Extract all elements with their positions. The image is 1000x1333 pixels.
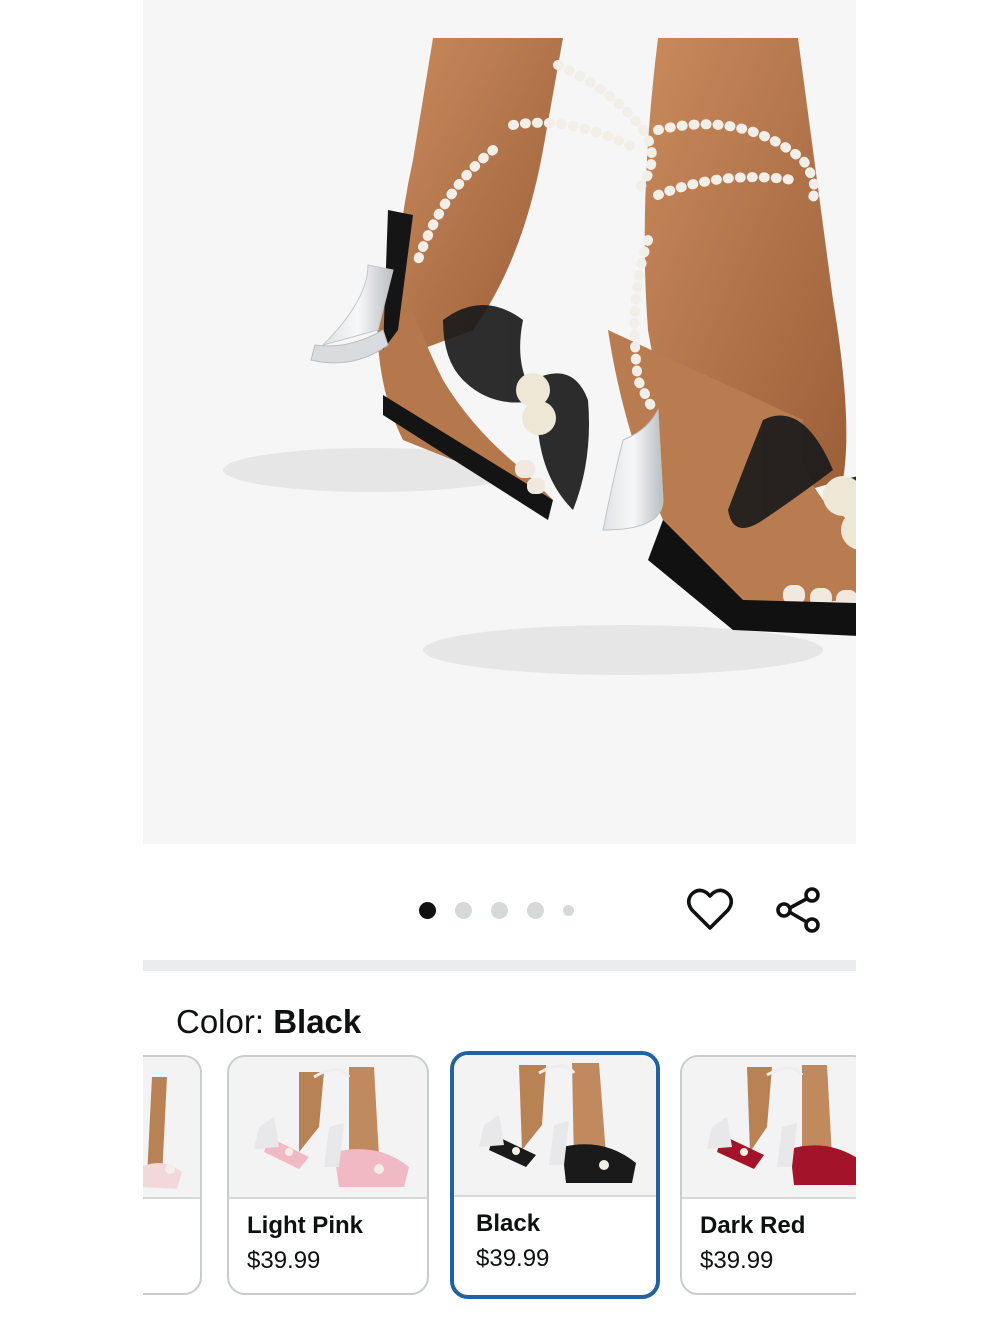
- color-swatch-light-pink[interactable]: Light Pink $39.99: [227, 1055, 429, 1295]
- carousel-dot[interactable]: [563, 905, 574, 916]
- swatch-thumbnail: [143, 1057, 200, 1199]
- swatch-price: $39.99: [476, 1245, 550, 1272]
- color-label: Color: Black: [176, 1003, 361, 1041]
- carousel-dot[interactable]: [455, 902, 472, 919]
- section-divider: [143, 960, 856, 971]
- swatch-thumbnail: [682, 1057, 856, 1199]
- color-swatch-dark-red[interactable]: Dark Red $39.99: [680, 1055, 856, 1295]
- carousel-indicator: [419, 902, 574, 919]
- color-swatch-list: Light Pink $39.99 Black $39.99 Dark Red …: [143, 1051, 856, 1305]
- swatch-name: Black: [476, 1210, 541, 1237]
- swatch-name: Dark Red: [700, 1212, 806, 1239]
- product-image[interactable]: [143, 0, 856, 844]
- carousel-dot[interactable]: [527, 902, 544, 919]
- swatch-price: $39.99: [700, 1247, 774, 1274]
- selected-color-name: Black: [273, 1003, 362, 1040]
- product-illustration: [223, 38, 856, 675]
- swatch-thumbnail: [454, 1055, 656, 1197]
- color-label-prefix: Color:: [176, 1003, 265, 1040]
- swatch-name: Light Pink: [247, 1212, 363, 1239]
- color-swatch-partial[interactable]: [143, 1055, 202, 1295]
- heart-icon[interactable]: [684, 884, 736, 936]
- share-icon[interactable]: [772, 884, 824, 936]
- carousel-dot[interactable]: [419, 902, 436, 919]
- product-page: Color: Black Light Pink $39.99 Black $39…: [143, 0, 856, 1333]
- color-swatch-black[interactable]: Black $39.99: [450, 1051, 660, 1299]
- swatch-thumbnail: [229, 1057, 427, 1199]
- carousel-dot[interactable]: [491, 902, 508, 919]
- swatch-price: $39.99: [247, 1247, 321, 1274]
